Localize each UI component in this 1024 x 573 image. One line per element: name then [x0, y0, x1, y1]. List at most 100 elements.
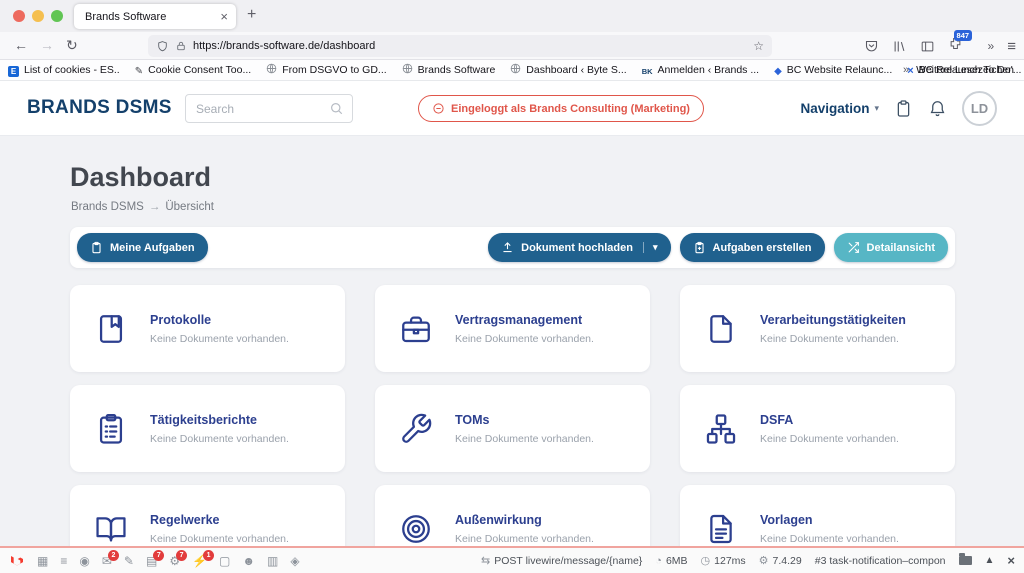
window-close-button[interactable]: [13, 10, 25, 22]
mail-tool-icon[interactable]: ✉2: [102, 555, 112, 567]
library-icon[interactable]: [892, 39, 907, 54]
bookmark-star-icon[interactable]: ☆: [753, 39, 764, 53]
reload-icon[interactable]: ↻: [66, 37, 78, 54]
close-icon[interactable]: ×: [1007, 553, 1015, 568]
more-bookmarks-label: Weitere Lesezeichen: [916, 64, 1014, 76]
main-content: Dashboard Brands DSMS→Übersicht Meine Au…: [0, 136, 1024, 546]
dashboard-card[interactable]: VerarbeitungstätigkeitenKeine Dokumente …: [680, 285, 955, 372]
openbook-icon: [94, 512, 128, 546]
pen-tool-icon[interactable]: ✎: [124, 555, 134, 567]
route-icon: ⇆: [481, 554, 490, 567]
memory-usage[interactable]: ◔6MB: [655, 555, 687, 567]
sidebar-icon[interactable]: [920, 39, 935, 54]
archive-tool-icon[interactable]: ▥: [267, 555, 278, 567]
monitor-tool-icon[interactable]: ▢: [219, 555, 230, 567]
navigation-label: Navigation: [800, 101, 869, 116]
tool-badge: 7: [153, 550, 164, 561]
memory-label: 6MB: [666, 555, 688, 567]
clipboard-icon[interactable]: [894, 99, 913, 118]
list-tool-icon[interactable]: ≡: [60, 555, 67, 567]
template-icon: [704, 512, 738, 546]
dashboard-card[interactable]: RegelwerkeKeine Dokumente vorhanden.: [70, 485, 345, 546]
bookmarks-bar: EList of cookies - ES.. ✎Cookie Consent T…: [0, 60, 1024, 81]
bookmark-label: BC Website Relaunc...: [787, 64, 892, 76]
overflow-chevron-icon[interactable]: »: [988, 39, 995, 53]
new-tab-button[interactable]: +: [247, 6, 256, 24]
avatar[interactable]: LD: [962, 91, 997, 126]
menu-icon[interactable]: ≡: [1007, 38, 1016, 55]
book-icon: [94, 312, 128, 346]
laravel-icon[interactable]: [9, 553, 25, 569]
breadcrumb-root[interactable]: Brands DSMS: [71, 201, 144, 213]
navigation-dropdown[interactable]: Navigation ▾: [800, 101, 879, 116]
dropdown-caret-icon[interactable]: ▾: [643, 242, 658, 253]
toolbar-icons: 847 » ≡: [864, 32, 1016, 60]
back-icon[interactable]: ←: [14, 37, 28, 53]
bookmark-item[interactable]: ✎Cookie Consent Too...: [135, 61, 252, 79]
bookmark-item[interactable]: Brands Software: [402, 61, 496, 79]
bug-tool-icon[interactable]: ◉: [79, 555, 89, 567]
my-tasks-button[interactable]: Meine Aufgaben: [77, 233, 208, 262]
request-duration[interactable]: ◷127ms: [701, 554, 746, 567]
card-subtitle: Keine Dokumente vorhanden.: [455, 433, 594, 445]
search-input[interactable]: [185, 94, 353, 123]
bookmark-label: Anmelden ‹ Brands ...: [658, 64, 760, 76]
app-logo[interactable]: BRANDS DSMS: [27, 97, 172, 119]
request-info[interactable]: ⇆POST livewire/message/{name}: [481, 554, 642, 567]
forward-icon[interactable]: →: [40, 37, 54, 53]
breadcrumb: Brands DSMS→Übersicht: [71, 201, 214, 213]
bookmarks-list: EList of cookies - ES.. ✎Cookie Consent T…: [8, 61, 1021, 79]
dashboard-card[interactable]: VertragsmanagementKeine Dokumente vorhan…: [375, 285, 650, 372]
bolt-tool-icon[interactable]: ⚡1: [192, 555, 207, 567]
lock-icon[interactable]: [175, 40, 187, 52]
folder-icon[interactable]: [959, 556, 972, 565]
pocket-icon[interactable]: [864, 39, 879, 54]
dashboard-card[interactable]: TätigkeitsberichteKeine Dokumente vorhan…: [70, 385, 345, 472]
dashboard-card[interactable]: VorlagenKeine Dokumente vorhanden.: [680, 485, 955, 546]
detail-view-button[interactable]: Detailansicht: [834, 233, 948, 262]
php-version[interactable]: ⚙7.4.29: [759, 554, 802, 567]
version-label: 7.4.29: [773, 555, 802, 567]
extension-icon[interactable]: 847: [948, 36, 963, 56]
tab-title: Brands Software: [85, 11, 220, 23]
url-text[interactable]: https://brands-software.de/dashboard: [193, 40, 747, 52]
file-icon: [704, 312, 738, 346]
tag-tool-icon[interactable]: ◈: [290, 555, 299, 567]
create-tasks-button[interactable]: Aufgaben erstellen: [680, 233, 825, 262]
window-zoom-button[interactable]: [51, 10, 63, 22]
dashboard-card[interactable]: ProtokolleKeine Dokumente vorhanden.: [70, 285, 345, 372]
dashboard-card[interactable]: AußenwirkungKeine Dokumente vorhanden.: [375, 485, 650, 546]
header-actions: Navigation ▾ LD: [800, 91, 997, 126]
shield-icon[interactable]: [156, 40, 169, 53]
gears-tool-icon[interactable]: ⚙7: [169, 555, 180, 567]
bookmark-item[interactable]: ◆BC Website Relaunc...: [774, 61, 892, 79]
debug-toolbar: ▦ ≡ ◉ ✉2 ✎ ▤7 ⚙7 ⚡1 ▢ ☻ ▥ ◈ ⇆POST livewire/message/…: [0, 546, 1024, 573]
session-badge[interactable]: Eingeloggt als Brands Consulting (Market…: [418, 95, 704, 122]
user-tool-icon[interactable]: ☻: [242, 555, 255, 567]
bookmark-item[interactable]: EList of cookies - ES..: [8, 61, 120, 79]
upload-document-button[interactable]: Dokument hochladen ▾: [488, 233, 670, 262]
tool-badge: 7: [176, 550, 187, 561]
url-bar[interactable]: https://brands-software.de/dashboard ☆: [148, 35, 772, 57]
browser-tab[interactable]: Brands Software ×: [74, 4, 236, 29]
pen-favicon-icon: ✎: [135, 61, 143, 79]
collapse-icon[interactable]: ▲: [985, 555, 995, 566]
cards-grid: ProtokolleKeine Dokumente vorhanden. Vert…: [70, 285, 955, 546]
card-title: Tätigkeitsberichte: [150, 413, 289, 427]
bookmark-item[interactable]: From DSGVO to GD...: [266, 61, 386, 79]
bookmark-item[interactable]: BKAnmelden ‹ Brands ...: [642, 61, 759, 79]
layers-tool-icon[interactable]: ▤7: [146, 555, 157, 567]
tab-close-icon[interactable]: ×: [220, 10, 228, 23]
window-minimize-button[interactable]: [32, 10, 44, 22]
debug-context[interactable]: #3 task-notification–compon: [815, 555, 946, 567]
clipboard-icon: [94, 412, 128, 446]
toolbar-right-group: Dokument hochladen ▾ Aufgaben erstellen …: [488, 233, 948, 262]
dashboard-card[interactable]: DSFAKeine Dokumente vorhanden.: [680, 385, 955, 472]
bell-icon[interactable]: [928, 99, 947, 118]
bookmark-item[interactable]: Dashboard ‹ Byte S...: [510, 61, 626, 79]
dashboard-card[interactable]: TOMsKeine Dokumente vorhanden.: [375, 385, 650, 472]
clock-icon: ◷: [701, 554, 711, 567]
grid-tool-icon[interactable]: ▦: [37, 555, 48, 567]
more-bookmarks[interactable]: » Weitere Lesezeichen: [903, 64, 1014, 76]
card-title: Verarbeitungstätigkeiten: [760, 313, 906, 327]
